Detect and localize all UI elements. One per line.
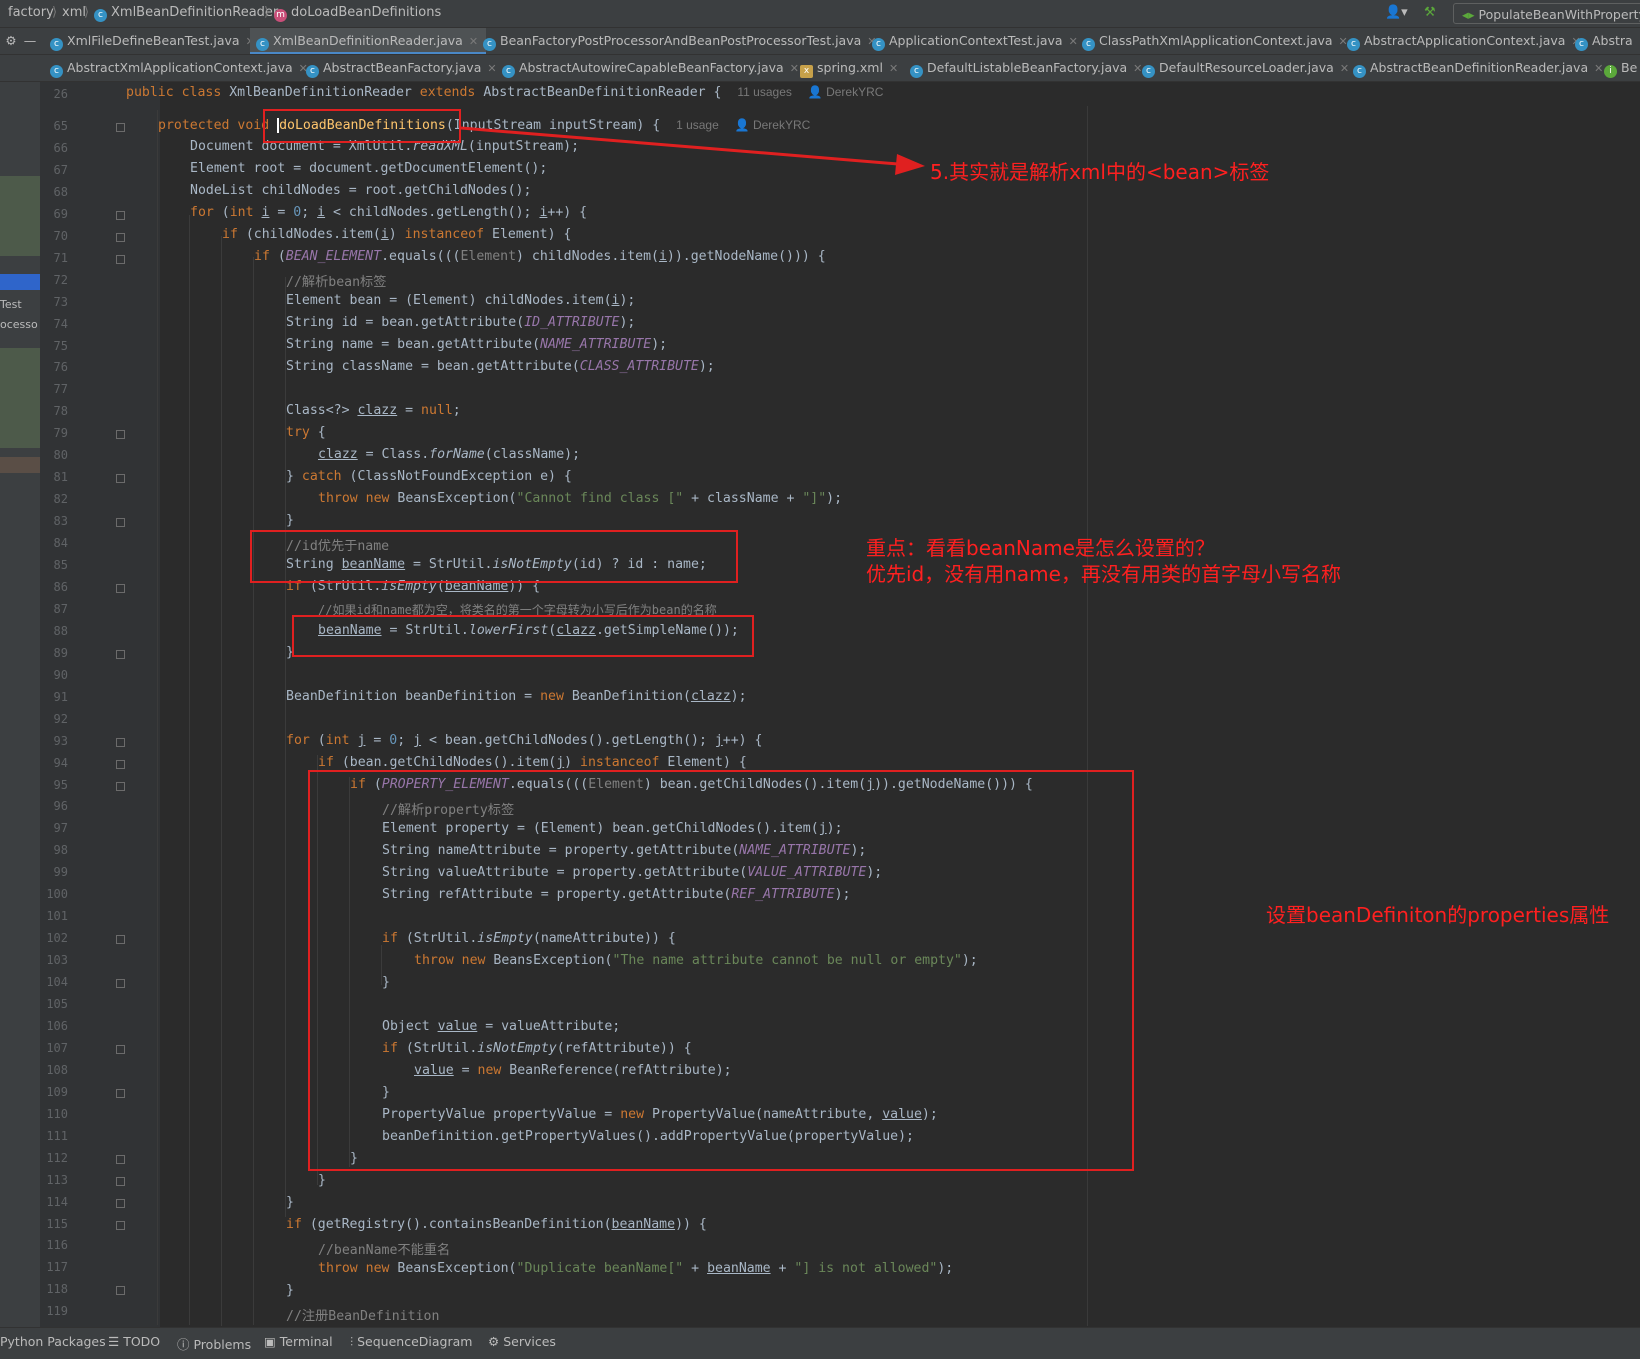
problems-button[interactable]: ⓘ Problems [177,1334,251,1353]
terminal-icon: ▣ [264,1334,280,1349]
python-packages-button[interactable]: Python Packages [0,1334,106,1349]
services-label: Services [503,1334,556,1349]
beanname-annotation-note-1: 重点：看看beanName是怎么设置的？ [866,536,1215,560]
info-icon: ⓘ [177,1337,194,1352]
arrow-head [895,154,925,175]
problems-label: Problems [193,1337,252,1352]
method-annotation-note: 5.其实就是解析xml中的<bean>标签 [930,160,1270,184]
todo-label: TODO [123,1334,161,1349]
services-button[interactable]: ⚙ Services [488,1334,556,1349]
services-icon: ⚙ [488,1334,504,1349]
annotation-arrow [460,126,925,175]
todo-button[interactable]: ☰ TODO [108,1334,160,1349]
property-annotation-note: 设置beanDefiniton的properties属性 [1266,903,1610,927]
bottom-tool-window-bar: Python Packages ☰ TODO ⓘ Problems ▣ Term… [0,1327,1640,1359]
sequence-diagram-label: SequenceDiagram [357,1334,473,1349]
arrow-line [460,126,899,166]
terminal-label: Terminal [279,1334,333,1349]
list-icon: ☰ [108,1334,124,1349]
sequence-diagram-button[interactable]: ⫶ SequenceDiagram [350,1334,472,1350]
terminal-button[interactable]: ▣ Terminal [264,1334,333,1349]
beanname-annotation-note-2: 优先id，没有用name，再没有用类的首字母小写名称 [866,562,1341,586]
